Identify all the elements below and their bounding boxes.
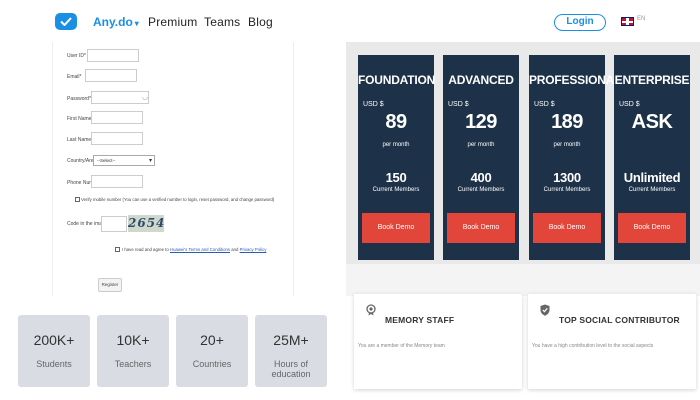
book-demo-button[interactable]: Book Demo <box>362 213 430 243</box>
uk-flag-icon[interactable] <box>621 17 634 26</box>
nav-link-blog[interactable]: Blog <box>248 15 273 29</box>
first-name-input[interactable] <box>91 111 143 124</box>
stat-label: Hours of education <box>271 359 311 379</box>
last-name-label: Last Name* <box>67 137 93 143</box>
achievement-card-memory-staff: MEMORY STAFF You are a member of the Mem… <box>354 294 522 389</box>
email-input[interactable] <box>85 69 137 82</box>
agree-terms-text: I have read and agree to Huawei's Terms … <box>122 247 267 252</box>
plan-members-label: Current Members <box>457 187 505 193</box>
stat-card-hours: 25M+ Hours of education <box>255 315 327 387</box>
plan-members-label: Current Members <box>543 187 591 193</box>
stat-card-teachers: 10K+ Teachers <box>97 315 169 387</box>
pricing-footer-strip <box>346 264 700 296</box>
language-label[interactable]: EN <box>637 16 645 22</box>
plan-members: 400 <box>470 170 492 185</box>
email-label: Email* <box>67 74 82 80</box>
brand-label: Any.do <box>93 15 133 29</box>
country-select[interactable]: --Select-- <box>93 155 155 166</box>
nav-link-teams[interactable]: Teams <box>204 15 240 29</box>
achievement-title: TOP SOCIAL CONTRIBUTOR <box>559 315 680 325</box>
user-id-input[interactable] <box>87 49 139 62</box>
plan-currency: USD $ <box>619 101 640 108</box>
plan-name: ADVANCED <box>448 73 514 87</box>
plan-period: per month <box>382 142 410 148</box>
stat-value: 10K+ <box>116 332 150 348</box>
book-demo-button[interactable]: Book Demo <box>447 213 515 243</box>
plan-price: ASK <box>631 111 673 133</box>
password-input[interactable] <box>91 91 149 104</box>
achievement-description: You have a high contribution level to th… <box>532 343 654 349</box>
stat-value: 25M+ <box>273 332 309 348</box>
book-demo-button[interactable]: Book Demo <box>618 213 686 243</box>
shield-check-icon <box>540 304 550 316</box>
medal-icon <box>366 304 376 316</box>
plan-name: ENTERPRISE <box>614 73 690 87</box>
captcha-input[interactable] <box>101 216 127 232</box>
plan-members: 1300 <box>553 170 581 185</box>
stat-card-countries: 20+ Countries <box>176 315 248 387</box>
login-button[interactable]: Login <box>554 14 606 31</box>
last-name-input[interactable] <box>91 132 143 145</box>
plan-members-label: Current Members <box>372 187 420 193</box>
verify-mobile-text: Verify mobile number (You can use a veri… <box>81 197 275 202</box>
nav-link-premium[interactable]: Premium <box>148 15 197 29</box>
captcha-image[interactable]: 2654 <box>128 215 164 232</box>
plan-card-foundation: FOUNDATION USD $ 89 per month 150 Curren… <box>358 55 436 260</box>
achievement-card-top-social-contributor: TOP SOCIAL CONTRIBUTOR You have a high c… <box>528 294 696 389</box>
stat-label: Countries <box>192 359 232 369</box>
stat-value: 200K+ <box>33 332 75 348</box>
plan-period: per month <box>553 142 581 148</box>
plan-card-advanced: ADVANCED USD $ 129 per month 400 Current… <box>443 55 519 260</box>
plan-name: PROFESSIONAL <box>529 73 622 87</box>
plan-period: per month <box>467 142 495 148</box>
stat-label: Students <box>36 359 72 369</box>
terms-link[interactable]: Huawei's Terms and Conditions <box>170 247 230 252</box>
plan-members-label: Current Members <box>628 187 676 193</box>
privacy-link[interactable]: Privacy Policy <box>240 247 267 252</box>
plan-card-enterprise: ENTERPRISE USD $ ASK Unlimited Current M… <box>614 55 690 260</box>
first-name-label: First Name* <box>67 116 93 122</box>
stat-value: 20+ <box>200 332 224 348</box>
password-label: Password* <box>67 96 91 102</box>
plan-price: 129 <box>465 111 497 133</box>
plan-currency: USD $ <box>534 101 555 108</box>
plan-members: Unlimited <box>623 170 681 185</box>
stat-label: Teachers <box>114 359 152 369</box>
agree-terms-checkbox[interactable] <box>115 247 120 252</box>
anydo-logo-icon[interactable] <box>55 13 77 30</box>
plan-card-professional: PROFESSIONAL USD $ 189 per month 1300 Cu… <box>529 55 622 260</box>
achievement-description: You are a member of the Memory team <box>358 343 445 349</box>
brand-menu[interactable]: Any.do ▾ <box>93 15 139 29</box>
plan-currency: USD $ <box>363 101 384 108</box>
top-nav: Any.do ▾ Premium Teams Blog Login EN <box>0 0 700 44</box>
plan-name: FOUNDATION <box>358 73 436 87</box>
stat-card-students: 200K+ Students <box>18 315 90 387</box>
user-id-label: User ID* <box>67 53 86 59</box>
plan-price: 89 <box>385 111 407 133</box>
register-button[interactable]: Register <box>98 278 122 292</box>
chevron-down-icon: ▾ <box>134 19 139 28</box>
plan-currency: USD $ <box>448 101 469 108</box>
eye-icon[interactable]: ◡ <box>142 93 148 101</box>
verify-mobile-checkbox[interactable] <box>75 197 80 202</box>
phone-input[interactable] <box>91 175 143 188</box>
achievement-title: MEMORY STAFF <box>385 315 455 325</box>
plan-price: 189 <box>551 111 583 133</box>
registration-form: User ID* Email* Password* ◡ First Name* … <box>52 42 294 296</box>
book-demo-button[interactable]: Book Demo <box>533 213 601 243</box>
plan-members: 150 <box>385 170 407 185</box>
